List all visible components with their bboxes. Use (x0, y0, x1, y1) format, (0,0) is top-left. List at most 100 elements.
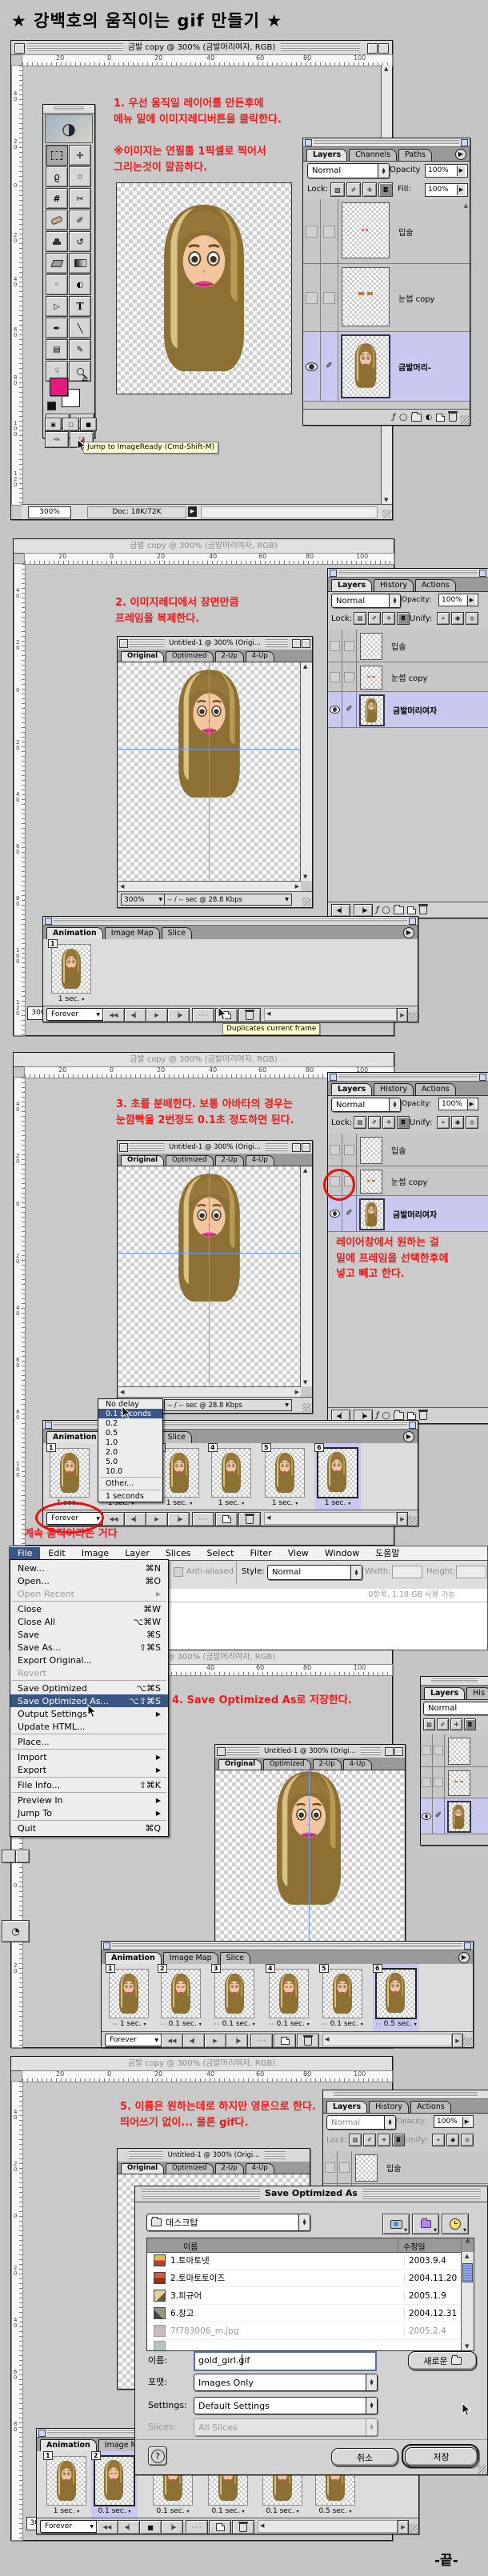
menu-image[interactable]: Image (74, 1547, 117, 1559)
layer-row-selected[interactable]: ✐ 금발머리여자 (328, 1196, 488, 1232)
canvas[interactable] (116, 182, 292, 394)
tab-slice[interactable]: Slice (162, 1431, 192, 1443)
play-button[interactable]: ▶ (146, 1512, 168, 1526)
brush-tool[interactable]: ✐ (69, 210, 91, 230)
delete-frame-button[interactable] (232, 2520, 254, 2534)
delete-frame-button[interactable] (297, 2034, 319, 2048)
layer-set-icon[interactable] (411, 414, 422, 422)
tab-slice[interactable]: Slice (162, 927, 192, 939)
menu-window[interactable]: Window (317, 1547, 367, 1559)
unify-visibility-icon[interactable]: ◉ (451, 612, 464, 625)
menu-item[interactable]: 1 seconds (98, 1491, 162, 1502)
opacity-value[interactable]: 100%▶ (438, 594, 478, 606)
tab-paths[interactable]: Paths (398, 149, 432, 161)
lock-transparency-icon[interactable]: ▨ (354, 612, 366, 625)
clone-stamp-tool[interactable] (46, 231, 68, 252)
canvas[interactable] (118, 1166, 301, 1386)
animation-frame-selected[interactable]: 6 1 sec. ▾ (314, 1443, 361, 1514)
tab-slice[interactable]: Slice (220, 1952, 250, 1964)
menu-layer[interactable]: Layer (117, 1547, 158, 1559)
tween-button[interactable]: ∘∘∘ (186, 2520, 208, 2534)
file-row[interactable]: 2.토마토토이즈 2004.11.20 (147, 2270, 462, 2287)
close-box[interactable] (119, 639, 128, 648)
delete-frame-button[interactable] (238, 1008, 261, 1022)
tab-actions[interactable]: Actions (415, 1083, 456, 1095)
style-select[interactable]: Normal▲▼ (267, 1565, 362, 1580)
vscrollbar[interactable]: ▲ ▼ (300, 662, 312, 881)
anti-aliased-checkbox[interactable] (174, 1567, 183, 1577)
next-frame-button[interactable]: ▕▶ (167, 1512, 190, 1526)
palette-close-icon[interactable] (305, 139, 312, 146)
close-box[interactable] (14, 43, 25, 54)
step-back-icon[interactable]: ◀▏ (331, 904, 350, 917)
layer-style-icon[interactable]: ƒ (393, 413, 396, 422)
list-scrollbar[interactable]: ▲ ▼ (461, 2252, 474, 2350)
animation-frame[interactable]: 4 ∘∘ 0.1 sec. ▾ (266, 1964, 312, 2034)
blend-mode-select[interactable]: Normal▲▼ (307, 163, 390, 178)
dodge-tool[interactable]: ◐ (69, 274, 91, 295)
tab-optimized[interactable]: Optimized (263, 1759, 311, 1770)
screen-mode-full[interactable]: ■ (80, 418, 97, 431)
tab-2up[interactable]: 2-Up (215, 651, 244, 662)
first-frame-button[interactable]: ◀◀ (102, 1008, 125, 1022)
tab-layers[interactable]: Layers (331, 1083, 372, 1095)
status-menu-arrow[interactable]: ▶ (188, 506, 197, 517)
tab-layers[interactable]: Layers (326, 2101, 367, 2113)
palette-titlebar[interactable] (303, 138, 470, 147)
animation-frame[interactable]: 4 1 sec. ▾ (208, 1443, 254, 1514)
tab-animation[interactable]: Animation (46, 1431, 103, 1443)
tab-image-map[interactable]: Image Map (163, 1952, 218, 1964)
collapse-box[interactable] (302, 639, 310, 648)
play-button[interactable]: ▶ (204, 2034, 226, 2048)
delete-frame-button[interactable] (238, 1512, 261, 1526)
lock-all-icon[interactable]: ◘ (397, 612, 410, 625)
frame-scroll-track[interactable]: ◀ (264, 1008, 397, 1021)
healing-brush-tool[interactable] (46, 210, 68, 230)
animation-frame[interactable]: 1 ∘∘ 1 sec. ▾ (106, 1964, 152, 2034)
unify-position-icon[interactable]: ⌖ (437, 612, 450, 625)
zoom-level-box[interactable]: 300% (28, 506, 71, 518)
file-row[interactable]: 6.창고 2004.12.31 (147, 2305, 462, 2322)
magic-wand-tool[interactable]: ☆ (69, 166, 91, 187)
edit-in-photoshop-button[interactable]: ⇨ (45, 431, 69, 448)
layer-row-selected[interactable]: ✐ 금발머리- (303, 332, 470, 402)
animation-frame[interactable]: 3 ∘∘ 0.1 sec. ▾ (211, 1964, 258, 2034)
doc-size-box[interactable]: Doc: 18K/72K (87, 506, 186, 518)
favorites-button[interactable]: ▼ (412, 2214, 439, 2234)
width-field[interactable] (392, 1566, 422, 1578)
format-select[interactable]: Images Only▲▼ (194, 2374, 378, 2391)
lasso-tool[interactable]: ϱ (46, 166, 68, 187)
zoom-select[interactable]: 300%▼ (121, 894, 166, 906)
animation-frame[interactable]: 5 1 sec. ▾ (262, 1443, 308, 1514)
resize-grip[interactable] (408, 1012, 417, 1021)
tab-original[interactable]: Original (121, 2163, 164, 2174)
menu-item[interactable]: 1.0 (98, 1438, 162, 1447)
layer-row[interactable]: 입술 (328, 630, 488, 662)
opacity-value[interactable]: 100%▶ (425, 164, 468, 178)
move-tool[interactable]: ✛ (69, 145, 91, 166)
adjustment-layer-icon[interactable]: ◐ (426, 414, 432, 422)
download-time-select[interactable]: -- / -- sec @ 28.8 Kbps▼ (164, 894, 292, 906)
gradient-tool[interactable] (69, 253, 91, 274)
tab-history[interactable]: History (374, 1083, 414, 1095)
file-row[interactable]: 1.토마토넷 2003.9.4 (147, 2252, 462, 2270)
layer-row[interactable]: 입술 (303, 199, 470, 264)
resize-grip[interactable] (478, 2465, 486, 2474)
layer-style-icon[interactable]: ƒ (376, 906, 379, 914)
blur-tool[interactable]: ◦ (46, 274, 68, 295)
delete-layer-icon[interactable] (449, 413, 457, 422)
scroll-right-button[interactable]: ▶ (452, 2034, 463, 2048)
palette-menu-icon[interactable]: ▶ (403, 1431, 414, 1442)
menu-item[interactable]: 0.5 (98, 1428, 162, 1438)
type-tool[interactable]: T (69, 296, 91, 317)
tab-actions[interactable]: Actions (410, 2101, 451, 2113)
tab-4up[interactable]: 4-Up (246, 2163, 274, 2174)
layer-row-selected[interactable]: ✐ 금발머리여자 (328, 692, 488, 728)
menu-file[interactable]: File (10, 1547, 40, 1559)
tab-animation[interactable]: Animation (46, 927, 103, 939)
swap-colors-icon[interactable]: ⇄ (82, 376, 88, 384)
scrollbar-thumb[interactable] (462, 2263, 473, 2282)
lock-pixels-icon[interactable]: ✐ (368, 612, 381, 625)
window-titlebar[interactable]: 금발 copy @ 300% (금발머리여자, RGB) (11, 41, 392, 55)
recents-button[interactable]: ▼ (442, 2214, 469, 2234)
